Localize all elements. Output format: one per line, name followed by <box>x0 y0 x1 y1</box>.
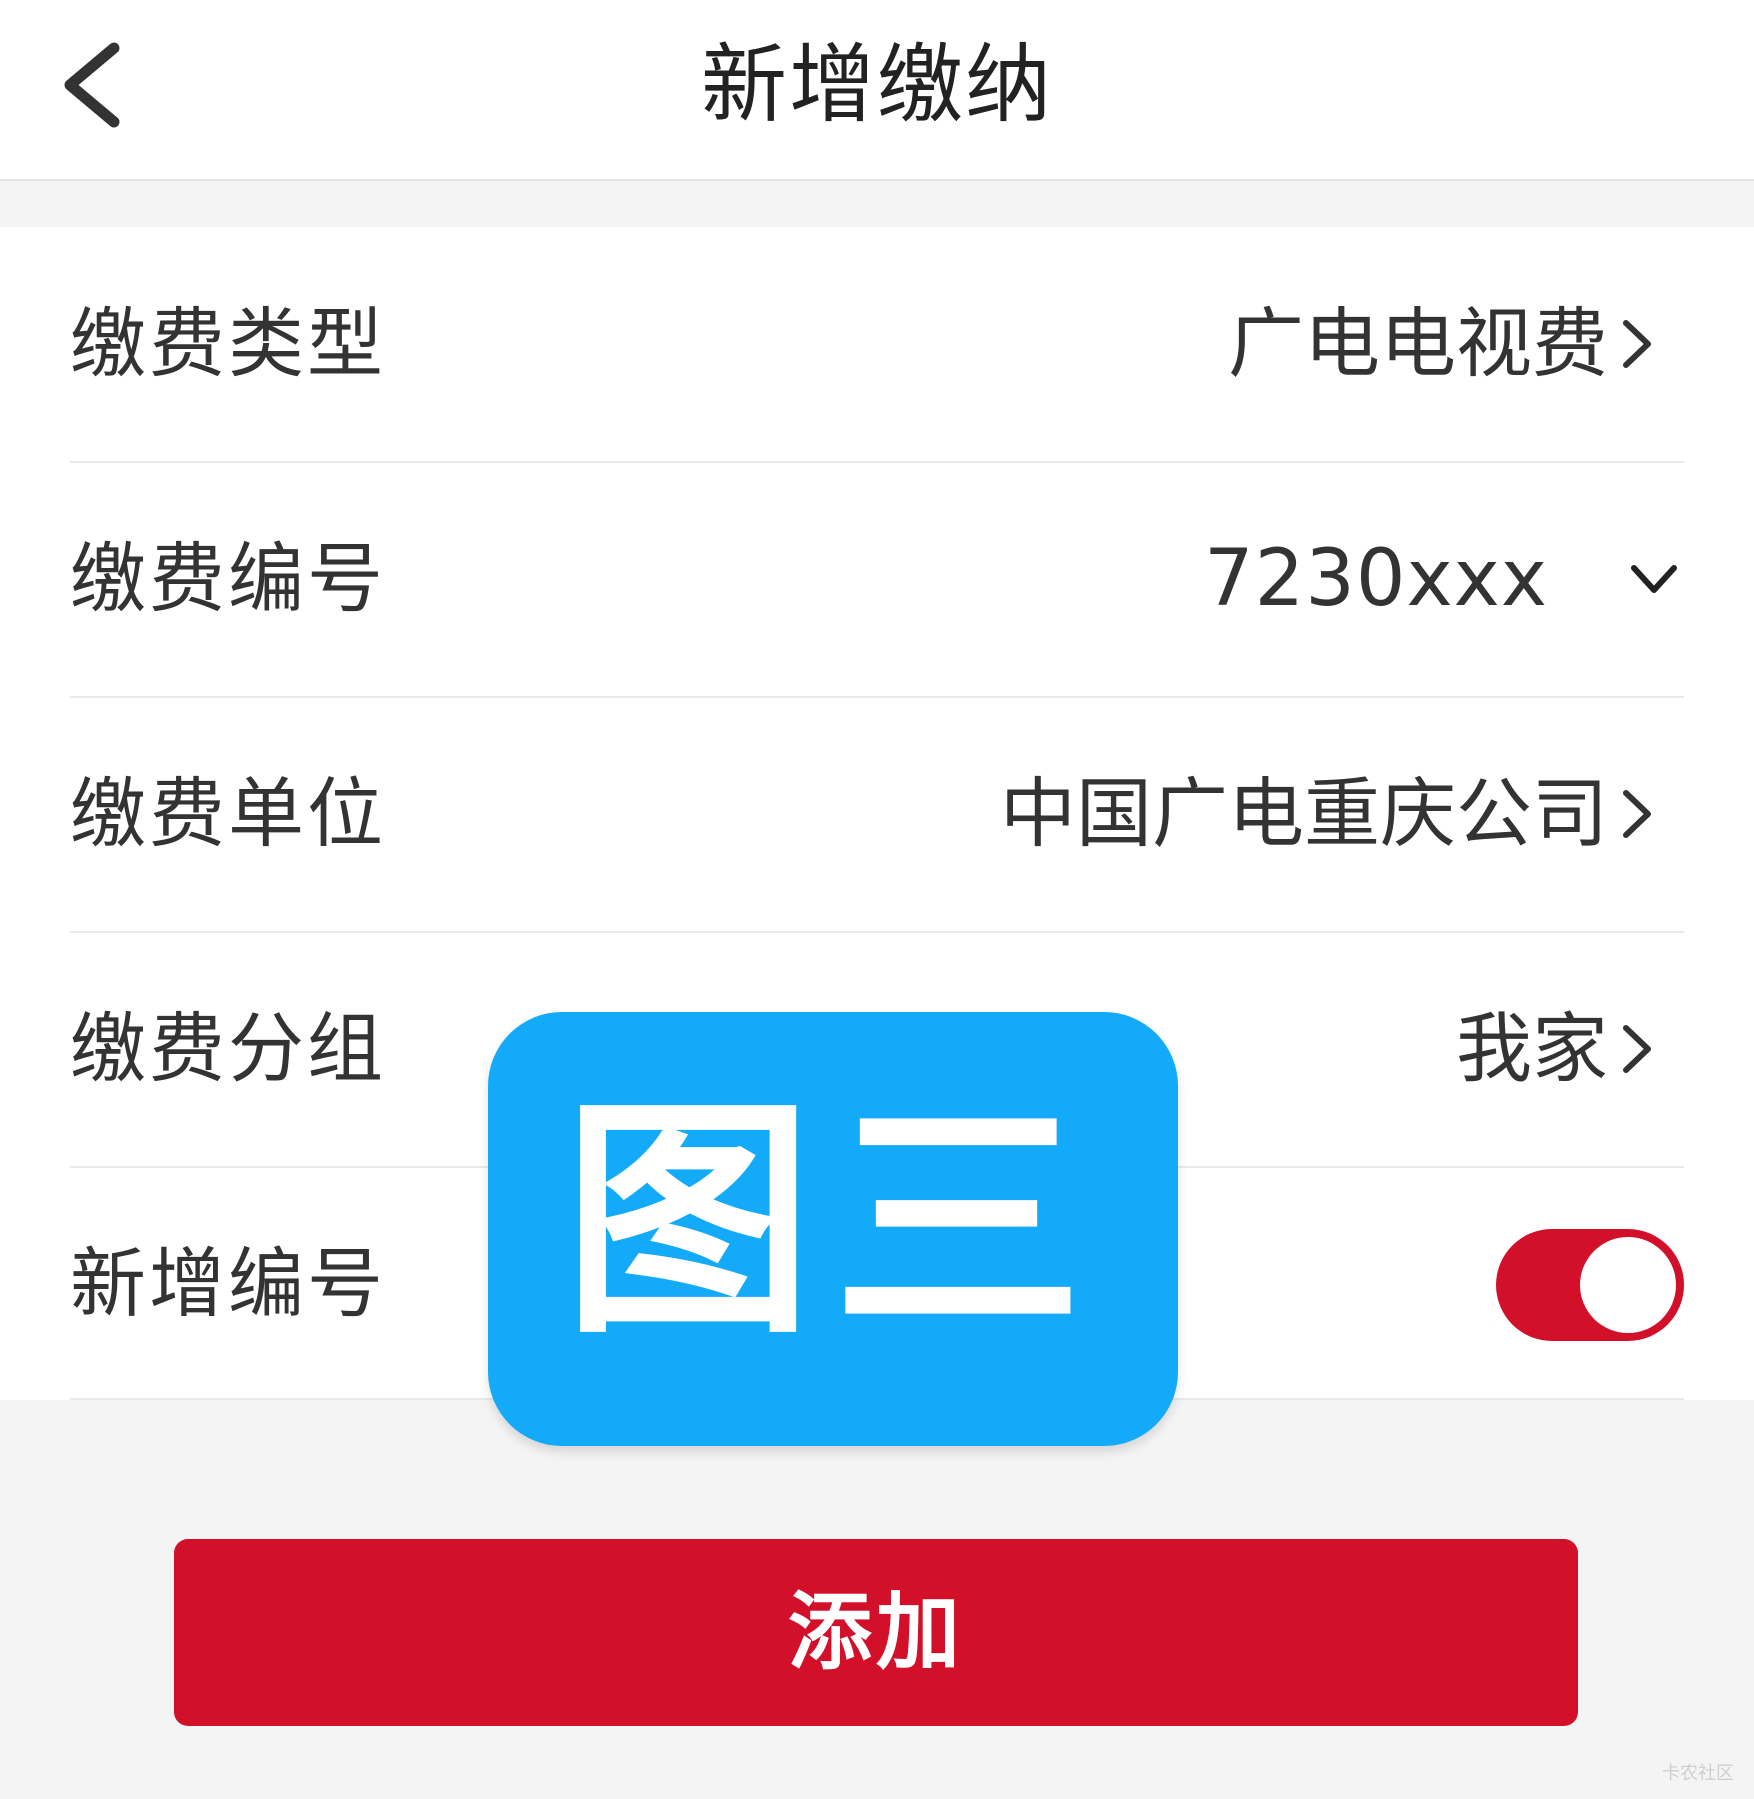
chevron-right-icon <box>1616 1022 1656 1076</box>
figure-label-badge: 图三 <box>488 1012 1178 1446</box>
add-button[interactable]: 添加 <box>174 1539 1578 1726</box>
add-number-toggle[interactable] <box>1496 1229 1684 1341</box>
payment-number-label: 缴费编号 <box>70 534 386 623</box>
page-title: 新增缴纳 <box>701 35 1053 135</box>
chevron-down-icon[interactable] <box>1626 552 1682 606</box>
payment-type-row[interactable]: 缴费类型 广电电视费 <box>0 227 1754 461</box>
payment-unit-value: 中国广电重庆公司 <box>1000 769 1608 858</box>
watermark: 卡农社区 <box>1662 1763 1734 1784</box>
figure-label-text: 图三 <box>563 1076 1103 1367</box>
payment-group-value: 我家 <box>1456 1004 1608 1093</box>
payment-unit-row[interactable]: 缴费单位 中国广电重庆公司 <box>0 697 1754 931</box>
payment-group-label: 缴费分组 <box>70 1004 386 1093</box>
payment-type-label: 缴费类型 <box>70 299 386 388</box>
toggle-knob <box>1580 1237 1676 1333</box>
payment-number-value: 7230xxx <box>1204 534 1548 624</box>
payment-type-value: 广电电视费 <box>1228 299 1608 388</box>
nav-bar: 新增缴纳 <box>0 0 1754 181</box>
chevron-right-icon <box>1616 787 1656 841</box>
chevron-right-icon <box>1616 317 1656 371</box>
add-number-label: 新增编号 <box>70 1239 386 1328</box>
payment-number-row[interactable]: 缴费编号 7230xxx <box>0 462 1754 696</box>
payment-unit-label: 缴费单位 <box>70 769 386 858</box>
